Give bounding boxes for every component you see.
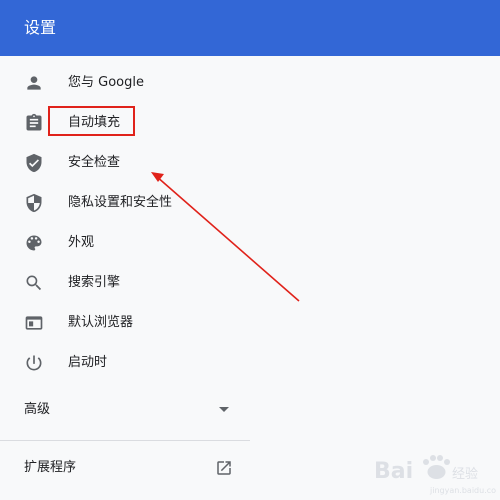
sidebar-item-label: 隐私设置和安全性: [68, 195, 173, 210]
advanced-label: 高级: [24, 402, 51, 417]
palette-icon: [24, 233, 44, 253]
sidebar-item-label: 安全检查: [68, 155, 121, 170]
svg-text:经验: 经验: [452, 466, 478, 482]
sidebar-item-label: 默认浏览器: [68, 315, 134, 330]
sidebar-item-label: 启动时: [68, 355, 108, 370]
settings-header: 设置: [0, 0, 500, 56]
sidebar-item-search-engine[interactable]: 搜索引擎: [0, 263, 250, 303]
svg-text:jingyan.baidu.com: jingyan.baidu.com: [429, 486, 496, 495]
shield-half-icon: [24, 193, 44, 213]
sidebar-item-label: 您与 Google: [68, 75, 144, 90]
sidebar-item-safety-check[interactable]: 安全检查: [0, 143, 250, 183]
search-icon: [24, 273, 44, 293]
sidebar-item-label: 外观: [68, 235, 95, 250]
sidebar-divider: [0, 440, 250, 441]
sidebar-item-default-browser[interactable]: 默认浏览器: [0, 303, 250, 343]
sidebar-item-you-and-google[interactable]: 您与 Google: [0, 63, 250, 103]
clipboard-icon: [24, 113, 44, 133]
settings-sidebar: 您与 Google 自动填充 安全检查 隐私设置和安全性 外观 搜索引擎 默认浏…: [0, 56, 250, 500]
sidebar-item-on-startup[interactable]: 启动时: [0, 343, 250, 383]
extensions-label: 扩展程序: [24, 460, 77, 475]
sidebar-item-extensions[interactable]: 扩展程序: [0, 448, 250, 488]
advanced-toggle[interactable]: 高级: [0, 390, 250, 430]
svg-text:Bai: Bai: [374, 459, 413, 484]
baidu-watermark-logo: Bai 经验 jingyan.baidu.com: [374, 455, 496, 495]
power-icon: [24, 353, 44, 373]
open-in-new-icon: [217, 461, 231, 475]
sidebar-item-privacy-security[interactable]: 隐私设置和安全性: [0, 183, 250, 223]
caret-down-icon: [219, 407, 229, 412]
settings-content: 您与 Google 自动填充 安全检查 隐私设置和安全性 外观 搜索引擎 默认浏…: [0, 56, 500, 500]
page-title: 设置: [24, 18, 57, 37]
annotation-highlight-box: [48, 106, 135, 136]
person-icon: [24, 73, 44, 93]
sidebar-item-label: 搜索引擎: [68, 275, 121, 290]
browser-window-icon: [24, 313, 44, 333]
sidebar-item-appearance[interactable]: 外观: [0, 223, 250, 263]
shield-check-icon: [24, 153, 44, 173]
